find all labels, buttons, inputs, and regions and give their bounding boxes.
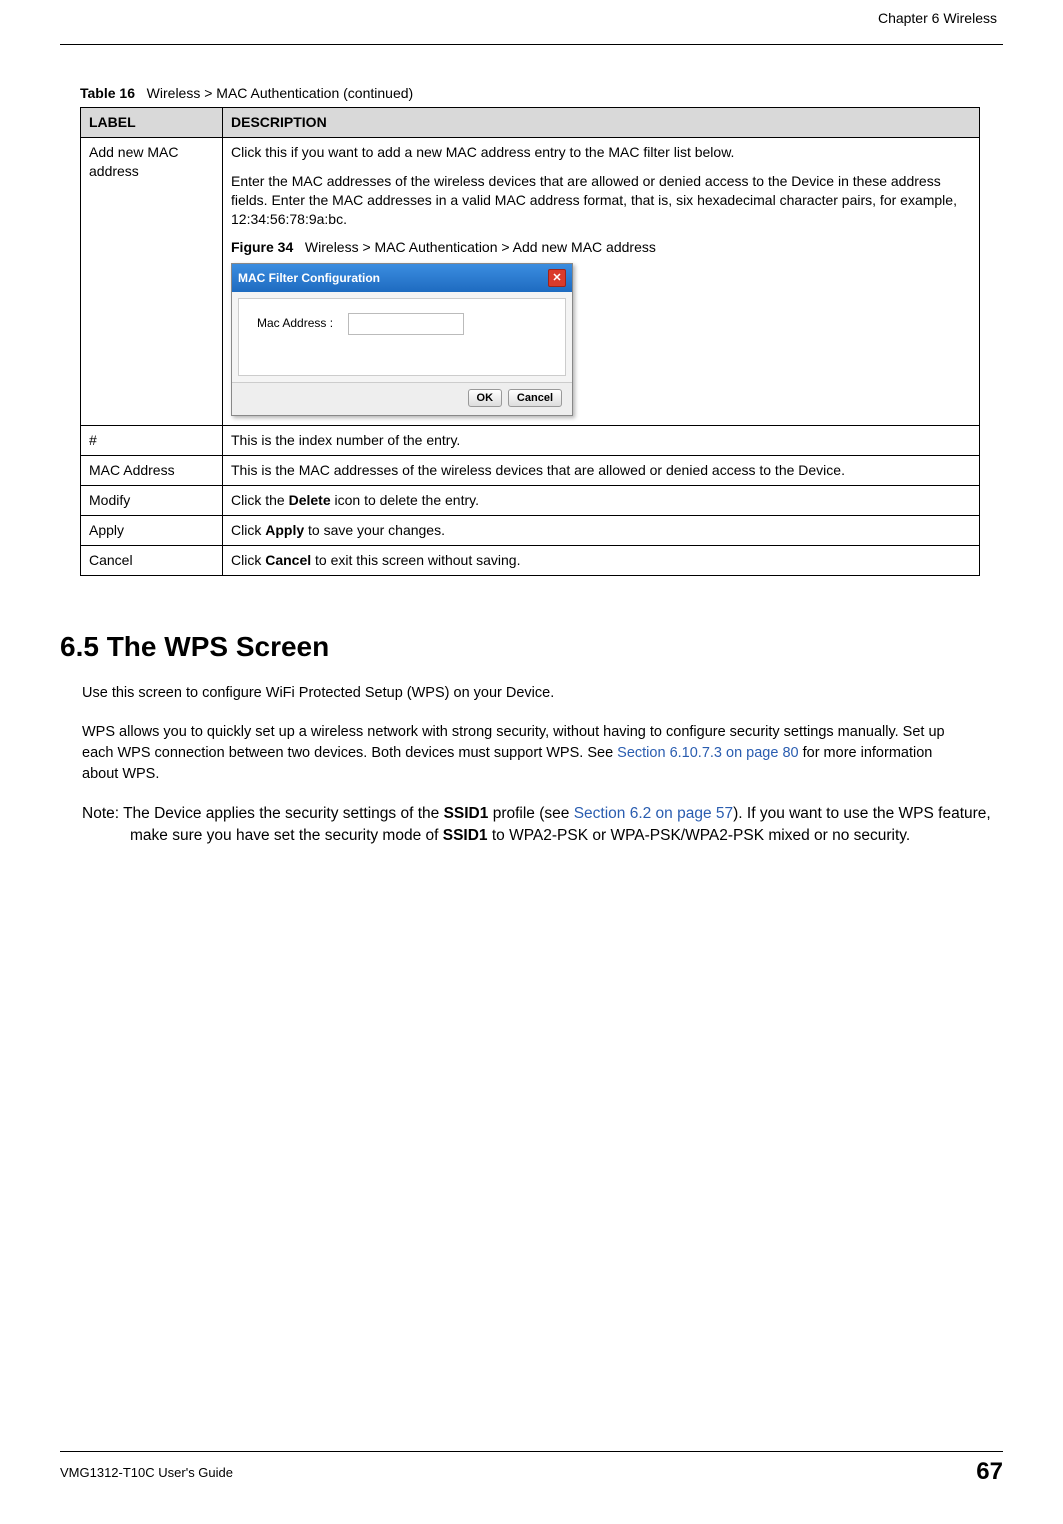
- desc-text: to exit this screen without saving.: [311, 552, 520, 568]
- page-footer: VMG1312-T10C User's Guide 67: [60, 1451, 1003, 1486]
- note-paragraph: Note: The Device applies the security se…: [82, 803, 1010, 848]
- table-row: Cancel Click Cancel to exit this screen …: [81, 545, 980, 575]
- body-paragraph: Use this screen to configure WiFi Protec…: [82, 683, 962, 704]
- figure-title: Wireless > MAC Authentication > Add new …: [305, 239, 656, 255]
- ok-button[interactable]: OK: [468, 389, 503, 407]
- cell-description: This is the index number of the entry.: [223, 426, 980, 456]
- cell-label: Apply: [81, 516, 223, 546]
- table-row: MAC Address This is the MAC addresses of…: [81, 456, 980, 486]
- guide-title: VMG1312-T10C User's Guide: [60, 1465, 233, 1480]
- mac-address-label: Mac Address :: [257, 317, 333, 331]
- cross-ref-link[interactable]: Section 6.10.7.3 on page 80: [617, 745, 798, 761]
- close-icon[interactable]: ✕: [548, 269, 566, 287]
- chapter-header: Chapter 6 Wireless: [60, 10, 1003, 26]
- table-row: Modify Click the Delete icon to delete t…: [81, 486, 980, 516]
- figure-number: Figure 34: [231, 239, 293, 255]
- desc-paragraph: Click this if you want to add a new MAC …: [231, 143, 971, 162]
- dialog-buttons: OK Cancel: [232, 382, 572, 415]
- dialog-body: Mac Address :: [238, 298, 566, 376]
- desc-text: Click the: [231, 492, 289, 508]
- table-row: # This is the index number of the entry.: [81, 426, 980, 456]
- table-number: Table 16: [80, 85, 135, 101]
- figure-caption: Figure 34 Wireless > MAC Authentication …: [231, 238, 971, 257]
- cell-label: MAC Address: [81, 456, 223, 486]
- cell-description: Click this if you want to add a new MAC …: [223, 137, 980, 425]
- th-description: DESCRIPTION: [223, 108, 980, 138]
- page-number: 67: [976, 1458, 1003, 1486]
- desc-text: to save your changes.: [304, 522, 445, 538]
- cell-label: Modify: [81, 486, 223, 516]
- dialog-title: MAC Filter Configuration: [238, 270, 380, 286]
- mac-filter-dialog: MAC Filter Configuration ✕ Mac Address :…: [231, 263, 573, 416]
- cell-label: Add new MAC address: [81, 137, 223, 425]
- table-row: Add new MAC address Click this if you wa…: [81, 137, 980, 425]
- table-row: Apply Click Apply to save your changes.: [81, 516, 980, 546]
- section-heading: 6.5 The WPS Screen: [60, 631, 1003, 663]
- table-caption: Table 16 Wireless > MAC Authentication (…: [80, 85, 1003, 101]
- note-text: to WPA2-PSK or WPA-PSK/WPA2-PSK mixed or…: [488, 827, 911, 844]
- body-paragraph: WPS allows you to quickly set up a wirel…: [82, 722, 962, 785]
- desc-text: icon to delete the entry.: [331, 492, 479, 508]
- dialog-titlebar: MAC Filter Configuration ✕: [232, 264, 572, 292]
- cell-description: This is the MAC addresses of the wireles…: [223, 456, 980, 486]
- desc-text: Click: [231, 522, 265, 538]
- cell-description: Click Cancel to exit this screen without…: [223, 545, 980, 575]
- th-label: LABEL: [81, 108, 223, 138]
- desc-bold: Delete: [289, 492, 331, 508]
- cell-description: Click Apply to save your changes.: [223, 516, 980, 546]
- note-text: Note: The Device applies the security se…: [82, 805, 444, 822]
- mac-address-input[interactable]: [348, 313, 464, 335]
- cell-description: Click the Delete icon to delete the entr…: [223, 486, 980, 516]
- table-title: Wireless > MAC Authentication (continued…: [147, 85, 414, 101]
- header-rule: [60, 44, 1003, 45]
- desc-text: Click: [231, 552, 265, 568]
- desc-paragraph: Enter the MAC addresses of the wireless …: [231, 172, 971, 229]
- cell-label: Cancel: [81, 545, 223, 575]
- cancel-button[interactable]: Cancel: [508, 389, 562, 407]
- note-bold: SSID1: [443, 827, 488, 844]
- mac-auth-table: LABEL DESCRIPTION Add new MAC address Cl…: [80, 107, 980, 576]
- desc-bold: Apply: [265, 522, 304, 538]
- note-text: profile (see: [488, 805, 573, 822]
- footer-rule: [60, 1451, 1003, 1452]
- desc-bold: Cancel: [265, 552, 311, 568]
- note-bold: SSID1: [444, 805, 489, 822]
- cross-ref-link[interactable]: Section 6.2 on page 57: [574, 805, 733, 822]
- cell-label: #: [81, 426, 223, 456]
